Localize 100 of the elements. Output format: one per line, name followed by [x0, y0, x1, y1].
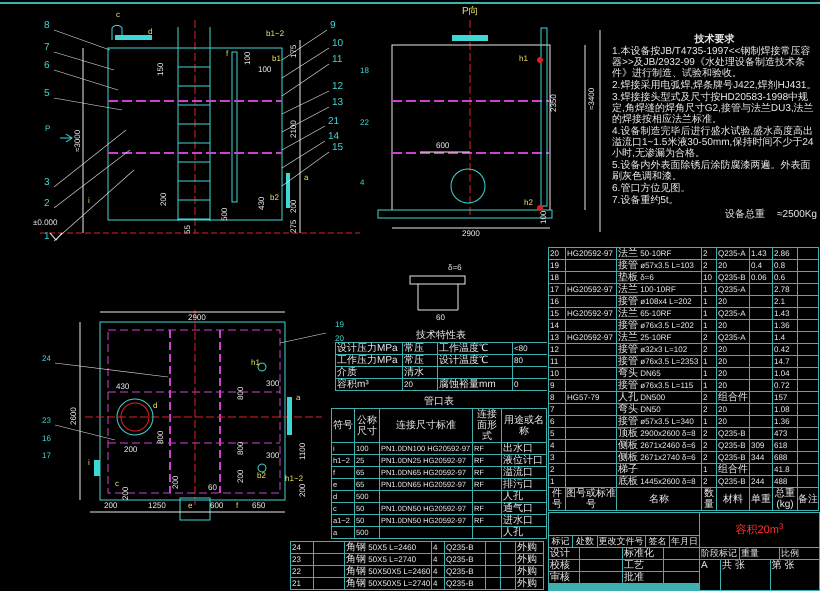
dimension-label: 800 [236, 442, 245, 455]
dimension-label: 800 [236, 386, 245, 400]
table-cell: 157 [773, 392, 797, 403]
table-cell: 6 [549, 416, 565, 427]
dimension-label: 600 [436, 141, 450, 150]
table-cell [750, 392, 772, 403]
table-header-cell: 数量 [702, 488, 716, 510]
table-cell: 3 [549, 452, 565, 463]
table-cell [566, 320, 616, 331]
part-number-label: 6 [44, 60, 50, 71]
table-cell [566, 452, 616, 463]
table-cell: 梯子 [617, 464, 701, 475]
table-cell: 21 [291, 578, 313, 589]
dimension-label: 200 [298, 484, 307, 497]
table-cell: Q235-A [717, 248, 749, 259]
table-cell: 1 [702, 308, 716, 319]
dimension-label: 22 [360, 118, 369, 127]
dimension-label: 275 [289, 220, 298, 233]
table-cell: 4 [432, 578, 444, 589]
table-cell: 接管 ø76x3.5 L=115 [617, 380, 701, 391]
table-title: 技术特性表 [416, 330, 466, 342]
table-cell: 2 [702, 344, 716, 355]
table-cell: 1 [702, 464, 716, 475]
table-cell: 2 [702, 428, 716, 439]
table-cell: 23 [291, 554, 313, 565]
table-cell: 0.8 [773, 260, 797, 271]
table-cell: 排污口 [502, 479, 546, 490]
table-cell: 法兰 65-10RF [617, 308, 701, 319]
dimension-label: 2350 [549, 94, 558, 112]
table-cell: 弯头 DN50 [617, 404, 701, 415]
dimension-label: 650 [252, 501, 266, 510]
note-text: 7.设备重约5t。 [612, 195, 680, 206]
table-cell: 进水口 [502, 515, 546, 526]
table-cell [566, 296, 616, 307]
table-header-cell: 单重 [750, 488, 772, 510]
table-cell: 人孔 DN500 [617, 392, 701, 403]
table-cell [501, 542, 515, 553]
table-cell [566, 380, 616, 391]
table-cell: 618 [773, 440, 797, 451]
table-cell: 20 [717, 320, 749, 331]
table-cell [501, 566, 515, 577]
dimension-label: e [188, 501, 192, 510]
table-cell [566, 464, 616, 475]
dimension-label: 60 [208, 483, 217, 492]
table-cell: 20 [717, 260, 749, 271]
table-cell: 侧板 2671x2460 δ=6 [617, 440, 701, 451]
dimension-label: h1 [251, 358, 260, 367]
table-header-cell: 年月日 [670, 536, 699, 547]
table-cell: 标准化 [623, 548, 663, 559]
table-cell: A [700, 560, 720, 590]
table-cell: 接管 ø32x3 L=102 [617, 344, 701, 355]
table-cell [664, 560, 699, 571]
table-cell: 18 [549, 272, 565, 283]
dimension-label: b1 [272, 54, 281, 63]
table-cell: 法兰 50-10RF [617, 248, 701, 259]
dimension-label: 200 [159, 192, 168, 206]
table-cell [750, 308, 772, 319]
table-cell [501, 554, 515, 565]
table-cell: 2 [702, 392, 716, 403]
table-cell: 设计压力MPa [336, 343, 402, 354]
table-cell: 液位计口 [502, 455, 546, 466]
table-cell: 8 [549, 392, 565, 403]
dimension-label: 150 [156, 62, 165, 76]
table-cell: 4 [432, 566, 444, 577]
dimension-label: 18 [360, 66, 369, 75]
dimension-label: 2900 [188, 313, 206, 322]
table-cell: 10 [702, 272, 716, 283]
table-cell: HG20592-97 [566, 248, 616, 259]
dimension-label: 24 [42, 354, 51, 363]
table-cell [566, 368, 616, 379]
table-cell: Q235-B [717, 452, 749, 463]
table-cell: 弯头 DN65 [617, 368, 701, 379]
table-cell: 20 [717, 404, 749, 415]
table-cell: 2.78 [773, 284, 797, 295]
table-cell: 309 [750, 440, 772, 451]
table-cell: HG57-79 [566, 392, 616, 403]
table-header-cell: 用途或名称 [502, 409, 546, 442]
dimension-label: 200 [236, 470, 245, 483]
table-cell: 2 [702, 452, 716, 463]
table-header-cell: 公称尺寸 [355, 409, 379, 442]
table-cell: 垫板 δ=6 [617, 272, 701, 283]
table-header-cell: 件号 [549, 488, 565, 510]
dimension-label: 800 [156, 430, 165, 444]
table-cell [750, 320, 772, 331]
table-cell [750, 296, 772, 307]
table-cell: 2 [702, 440, 716, 451]
part-number-label: 21 [328, 116, 340, 127]
table-cell: HG20592-97 [566, 332, 616, 343]
table-cell: 0 [513, 379, 549, 390]
part-number-label: 11 [332, 54, 342, 65]
dimension-label: 200 [124, 445, 138, 454]
table-header-cell: 处数 [573, 536, 597, 547]
table-cell: Q235-B [445, 578, 485, 589]
table-header-cell: 名称 [617, 488, 701, 510]
table-cell: 审核 [549, 572, 579, 583]
dimension-label: c [115, 479, 119, 488]
table-cell [473, 491, 501, 502]
table-cell: 外购 [516, 554, 543, 565]
table-cell [580, 560, 622, 571]
table-cell [486, 554, 500, 565]
